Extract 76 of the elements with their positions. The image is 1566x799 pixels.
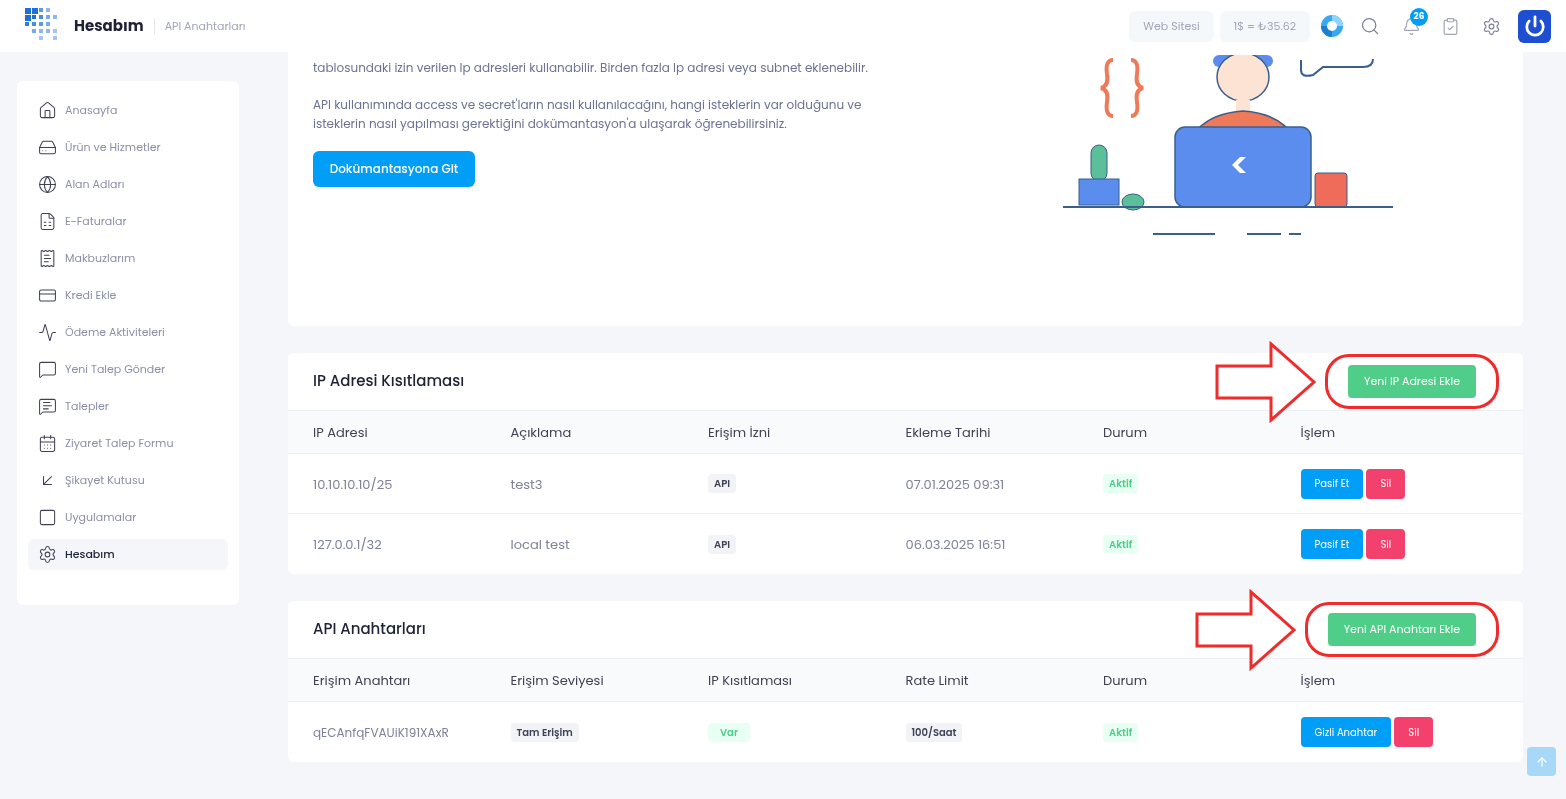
- document-icon: [38, 212, 57, 231]
- sidebar-item[interactable]: Kredi Ekle: [28, 280, 228, 311]
- restriction-tag: Var: [708, 722, 750, 742]
- receipt-icon: [38, 249, 57, 268]
- access-tag: API: [708, 534, 737, 554]
- sidebar-item[interactable]: Ödeme Aktiviteleri: [28, 317, 228, 348]
- description: test3: [510, 473, 543, 496]
- add-button[interactable]: Yeni IP Adresi Ekle: [1348, 365, 1476, 398]
- status-tag: Aktif: [1103, 474, 1139, 493]
- column-header: IP Kısıtlaması: [708, 670, 793, 692]
- arrow-up-icon: [1534, 754, 1549, 769]
- level-tag: Tam Erişim: [510, 722, 579, 742]
- column-header: Rate Limit: [905, 670, 969, 692]
- sidebar-item[interactable]: Hesabım: [28, 539, 228, 570]
- intro-paragraph: API kullanımında access ve secret'ların nasıl kullanılacağını, hangi isteklerin var olduğunu ve isteklerin nasıl yapılması gerektiğini dokümantasyon'a ulaşarak öğrenebilirsiniz.: [313, 95, 863, 133]
- chat-icon: [38, 360, 57, 379]
- ip-address: 127.0.0.1/32: [313, 534, 382, 556]
- status-tag: Aktif: [1103, 722, 1139, 742]
- sidebar-item[interactable]: Ürün ve Hizmetler: [28, 132, 228, 163]
- globe-icon: [38, 175, 57, 194]
- sidebar-item[interactable]: Ziyaret Talep Formu: [28, 428, 228, 459]
- documentation-button[interactable]: Dokümantasyona Git: [313, 151, 475, 187]
- access-tag: API: [708, 474, 737, 493]
- date: 06.03.2025 16:51: [905, 534, 1006, 556]
- add-button[interactable]: Yeni API Anahtarı Ekle: [1327, 613, 1476, 646]
- sidebar-item[interactable]: Uygulamalar: [28, 502, 228, 533]
- brand-name: Hesabım: [74, 14, 144, 38]
- delete-button[interactable]: Sil: [1366, 468, 1406, 499]
- pulse-icon: [38, 323, 57, 342]
- sidebar-item[interactable]: E-Faturalar: [28, 206, 228, 237]
- sidebar-item[interactable]: Yeni Talep Gönder: [28, 354, 228, 385]
- settings-icon[interactable]: [1482, 16, 1501, 36]
- square-icon: [38, 508, 57, 527]
- column-header: İşlem: [1300, 422, 1336, 444]
- card-icon: [38, 286, 57, 305]
- website-button[interactable]: Web Sitesi: [1129, 10, 1214, 42]
- sidebar-item[interactable]: Makbuzlarım: [28, 243, 228, 274]
- rate-limit-tag: 100/Saat: [905, 722, 963, 742]
- search-icon[interactable]: [1360, 16, 1380, 36]
- exchange-rate: 1$ = ₺35.62: [1219, 10, 1310, 42]
- column-header: Erişim İzni: [708, 422, 771, 444]
- home-icon: [38, 101, 57, 120]
- column-header: İşlem: [1300, 670, 1336, 692]
- action-button[interactable]: Pasif Et: [1300, 529, 1364, 559]
- clipboard-icon[interactable]: [1441, 16, 1460, 36]
- section-title: API Anahtarları: [313, 618, 426, 641]
- column-header: IP Adresi: [313, 422, 368, 444]
- intro-paragraph: tablosundaki izin verilen Ip adresleri kullanabilir. Birden fazla Ip adresi veya subnet eklenebilir.: [313, 58, 869, 77]
- breadcrumb: API Anahtarları: [164, 17, 246, 35]
- access-key: qECAnfqFVAUiK191XAxR: [313, 720, 449, 744]
- chat-lines-icon: [38, 397, 57, 416]
- column-header: Açıklama: [510, 422, 572, 444]
- column-header: Durum: [1103, 422, 1148, 444]
- sidebar-item[interactable]: Alan Adları: [28, 169, 228, 200]
- delete-button[interactable]: Sil: [1394, 717, 1434, 747]
- settings-icon: [38, 545, 57, 564]
- action-button[interactable]: Pasif Et: [1300, 468, 1364, 499]
- column-header: Durum: [1103, 670, 1148, 692]
- sidebar-item[interactable]: Talepler: [28, 391, 228, 422]
- date: 07.01.2025 09:31: [905, 473, 1005, 496]
- column-header: Ekleme Tarihi: [905, 422, 991, 444]
- column-header: Erişim Seviyesi: [510, 670, 604, 692]
- action-button[interactable]: Gizli Anahtar: [1300, 717, 1392, 747]
- ip-address: 10.10.10.10/25: [313, 473, 393, 496]
- delete-button[interactable]: Sil: [1366, 529, 1406, 559]
- description: local test: [510, 534, 570, 556]
- column-header: Erişim Anahtarı: [313, 670, 411, 692]
- sidebar-item[interactable]: Şikayet Kutusu: [28, 465, 228, 496]
- notification-badge: 26: [1410, 7, 1428, 26]
- aperture-icon[interactable]: [1320, 14, 1344, 38]
- section-title: IP Adresi Kısıtlaması: [313, 370, 465, 393]
- power-avatar[interactable]: [1518, 9, 1551, 43]
- drive-icon: [38, 138, 57, 157]
- sidebar-item[interactable]: Anasayfa: [28, 95, 228, 126]
- calendar-icon: [38, 434, 57, 453]
- status-tag: Aktif: [1103, 534, 1139, 554]
